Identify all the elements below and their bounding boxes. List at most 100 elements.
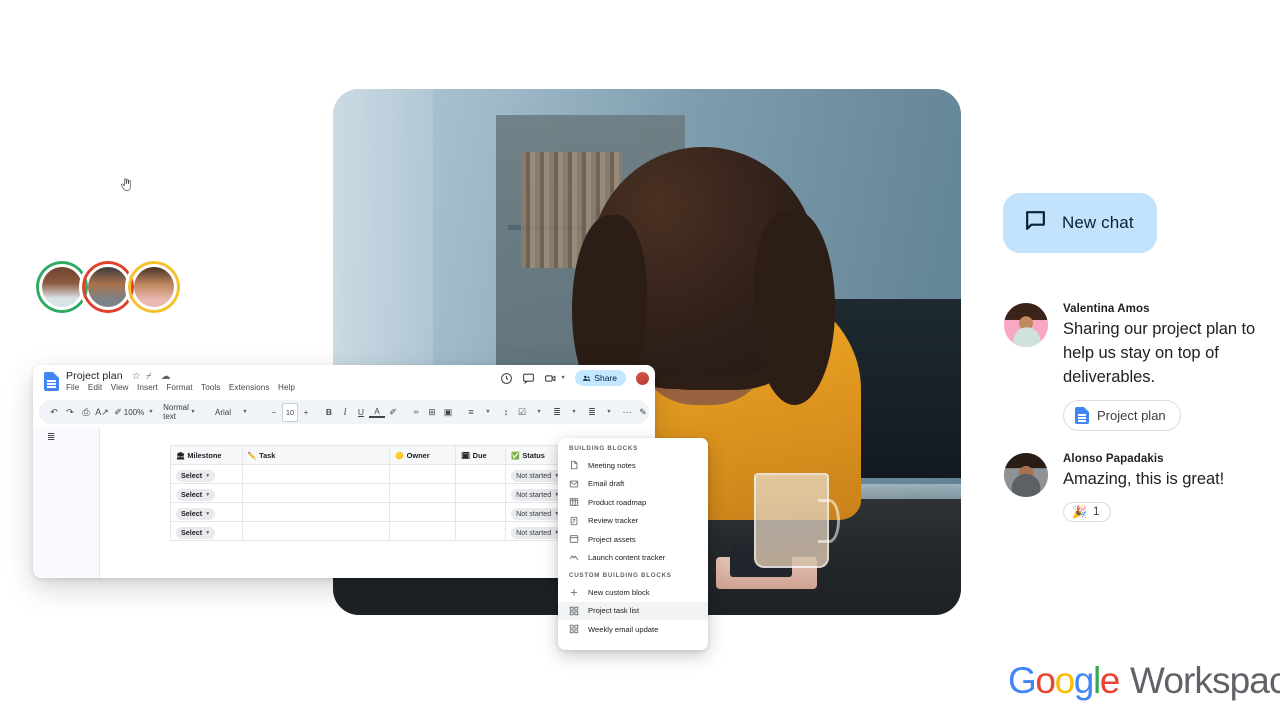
document-outline-icon[interactable]: ≣ bbox=[47, 432, 60, 443]
undo-icon[interactable]: ↶ bbox=[46, 403, 62, 422]
text-color-button[interactable]: A bbox=[369, 406, 385, 418]
highlight-color-button[interactable]: ✐ bbox=[385, 403, 401, 422]
cloud-saved-icon[interactable]: ☁ bbox=[161, 372, 171, 382]
milestone-select-chip[interactable]: Select ▼ bbox=[176, 469, 216, 482]
status-chip[interactable]: Not started ▼ bbox=[511, 469, 565, 482]
menu-item-review-tracker[interactable]: Review tracker bbox=[558, 512, 708, 531]
message-author: Valentina Amos bbox=[1063, 303, 1150, 315]
more-options-icon[interactable]: ⋯ bbox=[619, 403, 635, 422]
due-cell[interactable] bbox=[455, 483, 507, 503]
column-header-owner: 🟡 Owner bbox=[389, 445, 457, 465]
insert-link-icon[interactable]: ∞ bbox=[408, 403, 424, 422]
new-chat-button[interactable]: New chat bbox=[1003, 193, 1157, 253]
menu-item-meeting-notes[interactable]: Meeting notes bbox=[558, 456, 708, 475]
menu-item-weekly-email-update[interactable]: Weekly email update bbox=[558, 620, 708, 639]
paragraph-style[interactable]: Normal text bbox=[163, 403, 189, 422]
menu-item-help[interactable]: Help bbox=[278, 383, 295, 392]
increase-font-size-button[interactable]: + bbox=[298, 403, 314, 422]
font-size-input[interactable]: 10 bbox=[282, 402, 298, 422]
document-title[interactable]: Project plan bbox=[66, 370, 123, 382]
task-cell[interactable] bbox=[241, 464, 391, 484]
editing-mode-chevron-icon[interactable]: ▼ bbox=[652, 403, 655, 422]
numbered-list-icon[interactable]: ≣ bbox=[584, 403, 600, 422]
font-chevron-icon[interactable]: ▼ bbox=[237, 403, 253, 422]
add-comment-icon[interactable]: ⊞ bbox=[424, 403, 440, 422]
align-icon[interactable]: ≡ bbox=[463, 403, 479, 422]
menu-item-insert[interactable]: Insert bbox=[137, 383, 158, 392]
video-call-icon[interactable] bbox=[544, 372, 557, 385]
docs-actions: ▼ Share bbox=[500, 370, 650, 386]
share-button[interactable]: Share bbox=[574, 370, 626, 386]
weekly-email-update-icon bbox=[569, 624, 579, 634]
bold-button[interactable]: B bbox=[321, 403, 337, 422]
status-chip[interactable]: Not started ▼ bbox=[511, 488, 565, 501]
menu-item-edit[interactable]: Edit bbox=[88, 383, 102, 392]
menu-item-email-draft[interactable]: Email draft bbox=[558, 475, 708, 494]
avatar[interactable] bbox=[1004, 303, 1048, 347]
zoom-level[interactable]: 100% bbox=[124, 403, 144, 422]
owner-cell[interactable] bbox=[389, 521, 457, 541]
menu-item-project-assets[interactable]: Project assets bbox=[558, 530, 708, 549]
building-blocks-menu: BUILDING BLOCKS Meeting notes Email draf… bbox=[558, 438, 708, 650]
menu-item-extensions[interactable]: Extensions bbox=[229, 383, 270, 392]
italic-button[interactable]: I bbox=[337, 403, 353, 422]
menu-item-view[interactable]: View bbox=[111, 383, 129, 392]
font-family[interactable]: Arial bbox=[210, 403, 236, 422]
star-icon[interactable]: ☆ bbox=[132, 372, 141, 382]
move-to-folder-icon[interactable]: ⌿ bbox=[146, 372, 152, 382]
due-cell[interactable] bbox=[455, 521, 507, 541]
avatar-photo bbox=[42, 267, 82, 307]
milestone-select-chip[interactable]: Select ▼ bbox=[176, 507, 216, 520]
building-blocks-section-title: BUILDING BLOCKS bbox=[569, 445, 638, 452]
insert-image-icon[interactable]: ▣ bbox=[440, 403, 456, 422]
align-chevron-icon[interactable]: ▼ bbox=[480, 403, 496, 422]
checklist-icon[interactable]: ☑ bbox=[514, 403, 530, 422]
reaction-chip[interactable]: 🎉 1 bbox=[1063, 501, 1112, 522]
owner-cell[interactable] bbox=[389, 502, 457, 522]
workspace-wordmark: Workspace bbox=[1129, 660, 1280, 701]
status-emoji: ✅ bbox=[511, 452, 520, 460]
message-text: Sharing our project plan to help us stay… bbox=[1063, 320, 1256, 386]
custom-building-blocks-section-title: CUSTOM BUILDING BLOCKS bbox=[569, 572, 672, 579]
due-cell[interactable] bbox=[455, 464, 507, 484]
owner-cell[interactable] bbox=[389, 464, 457, 484]
column-header-milestone: 🏛 Milestone bbox=[170, 445, 243, 465]
task-cell[interactable] bbox=[241, 502, 391, 522]
bulleted-chevron-icon[interactable]: ▼ bbox=[566, 403, 582, 422]
menu-item-tools[interactable]: Tools bbox=[201, 383, 220, 392]
google-wordmark: Google bbox=[1008, 660, 1120, 702]
status-chip[interactable]: Not started ▼ bbox=[511, 526, 565, 539]
milestone-select-chip[interactable]: Select ▼ bbox=[176, 488, 216, 501]
bulleted-list-icon[interactable]: ≣ bbox=[549, 403, 565, 422]
comment-icon[interactable] bbox=[522, 372, 535, 385]
status-chip[interactable]: Not started ▼ bbox=[511, 507, 565, 520]
decrease-font-size-button[interactable]: − bbox=[266, 403, 282, 422]
due-cell[interactable] bbox=[455, 502, 507, 522]
task-cell[interactable] bbox=[241, 483, 391, 503]
numbered-chevron-icon[interactable]: ▼ bbox=[601, 403, 617, 422]
owner-cell[interactable] bbox=[389, 483, 457, 503]
menu-item-launch-content-tracker[interactable]: Launch content tracker bbox=[558, 549, 708, 568]
menu-item-product-roadmap[interactable]: Product roadmap bbox=[558, 493, 708, 512]
spellcheck-icon[interactable]: A↗ bbox=[94, 403, 110, 422]
print-icon[interactable]: ⎙ bbox=[78, 403, 94, 422]
menu-item-project-task-list[interactable]: Project task list bbox=[558, 601, 708, 620]
attachment-chip-project-plan[interactable]: Project plan bbox=[1063, 400, 1181, 432]
menu-item-format[interactable]: Format bbox=[166, 383, 192, 392]
version-history-icon[interactable] bbox=[500, 372, 513, 385]
chevron-down-icon[interactable]: ▼ bbox=[560, 375, 565, 381]
account-avatar[interactable] bbox=[635, 370, 650, 386]
avatar-photo bbox=[134, 267, 174, 307]
menu-item-new-custom-block[interactable]: New custom block bbox=[558, 583, 708, 602]
editing-mode-pen-icon[interactable]: ✎ bbox=[635, 403, 651, 422]
underline-button[interactable]: U bbox=[353, 403, 369, 422]
zoom-chevron-icon[interactable]: ▼ bbox=[143, 403, 159, 422]
checklist-chevron-icon[interactable]: ▼ bbox=[531, 403, 547, 422]
milestone-select-chip[interactable]: Select ▼ bbox=[176, 526, 216, 539]
line-spacing-icon[interactable]: ↕ bbox=[498, 403, 514, 422]
task-cell[interactable] bbox=[241, 521, 391, 541]
avatar[interactable] bbox=[1004, 453, 1048, 497]
menu-item-file[interactable]: File bbox=[66, 383, 79, 392]
style-chevron-icon[interactable]: ▼ bbox=[185, 403, 201, 422]
redo-icon[interactable]: ↷ bbox=[62, 403, 78, 422]
